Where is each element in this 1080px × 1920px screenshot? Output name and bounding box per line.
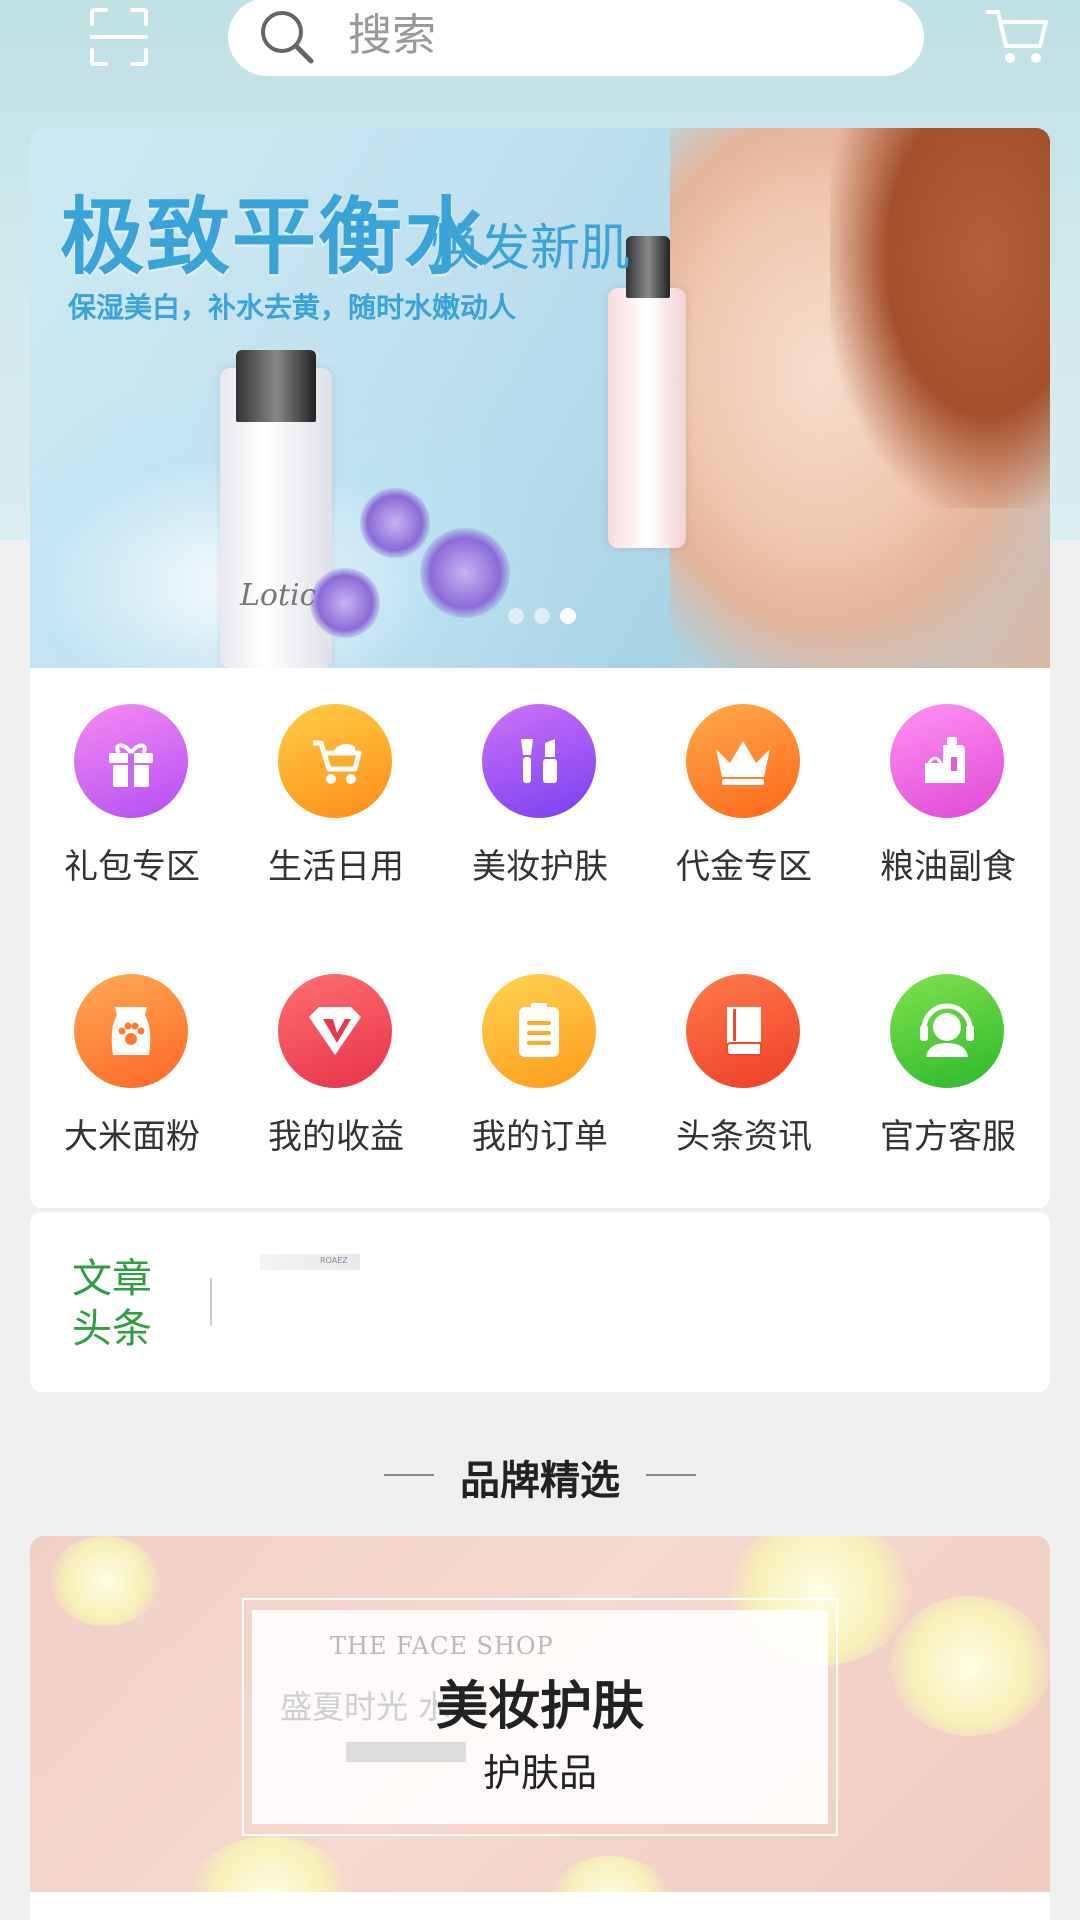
- carousel-dot[interactable]: [534, 608, 550, 624]
- article-label-line2: 头条: [72, 1306, 152, 1352]
- next-card-edge: [30, 1892, 1050, 1920]
- stroller-icon: [278, 704, 392, 818]
- gift-icon: [74, 704, 188, 818]
- headset-icon: [890, 974, 1004, 1088]
- category-label: 代金专区: [676, 847, 812, 887]
- category-item-orders[interactable]: 我的订单: [438, 938, 642, 1158]
- category-label: 官方客服: [880, 1117, 1016, 1157]
- oil-icon: [890, 704, 1004, 818]
- brand-card[interactable]: THE FACE SHOP 盛夏时光 水 美妆护肤 护肤品: [30, 1536, 1050, 1920]
- diamond-icon: [278, 974, 392, 1088]
- search-input[interactable]: 搜索: [228, 0, 924, 76]
- category-item-daily[interactable]: 生活日用: [234, 668, 438, 888]
- clipboard-icon: [482, 974, 596, 1088]
- category-label: 我的订单: [472, 1117, 608, 1157]
- category-label: 生活日用: [268, 847, 404, 887]
- brand-card-title: 美妆护肤: [435, 1677, 644, 1737]
- crown-icon: [686, 704, 800, 818]
- flower-decoration: [890, 1596, 1050, 1736]
- category-item-earnings[interactable]: 我的收益: [234, 938, 438, 1158]
- scan-icon[interactable]: [88, 6, 150, 68]
- article-headlines[interactable]: 文章 头条 ROAEZ: [30, 1212, 1050, 1392]
- flower-decoration: [50, 1536, 160, 1626]
- bottle-cap: [236, 350, 316, 422]
- promo-banner[interactable]: Lotic 极致平衡水 焕发新肌 保湿美白，补水去黄，随时水嫩动人: [30, 128, 1050, 668]
- category-item-voucher[interactable]: 代金专区: [642, 668, 846, 888]
- category-item-grain-oil[interactable]: 粮油副食: [846, 668, 1050, 888]
- category-label: 大米面粉: [64, 1117, 200, 1157]
- banner-subtitle: 保湿美白，补水去黄，随时水嫩动人: [68, 291, 517, 324]
- flower: [360, 488, 430, 558]
- bottle-cap-small: [626, 236, 670, 298]
- search-placeholder: 搜索: [348, 10, 436, 61]
- flower: [420, 528, 510, 618]
- flower: [310, 568, 380, 638]
- cart-icon[interactable]: [986, 6, 1050, 66]
- brand-ghost-logo: THE FACE SHOP: [330, 1632, 554, 1660]
- category-label: 粮油副食: [880, 847, 1016, 887]
- brand-card-subtitle: 护肤品: [482, 1751, 597, 1795]
- article-label-line1: 文章: [72, 1256, 152, 1302]
- category-item-rice-flour[interactable]: 大米面粉: [30, 938, 234, 1158]
- article-thumb-text: ROAEZ: [320, 1256, 348, 1265]
- carousel-dot[interactable]: [508, 608, 524, 624]
- category-grid: 礼包专区 生活日用 美妆护肤 代金专区 粮油副食 大米面粉 我的收益 我的订单 …: [30, 668, 1050, 1208]
- category-label: 头条资讯: [676, 1117, 812, 1157]
- article-label: 文章 头条: [72, 1254, 162, 1354]
- search-icon: [261, 11, 314, 64]
- category-label: 我的收益: [268, 1117, 404, 1157]
- section-title: 品牌精选: [460, 1458, 620, 1504]
- makeup-icon: [482, 704, 596, 818]
- bottle-label: Lotic: [240, 578, 317, 613]
- model-hair: [830, 128, 1050, 508]
- product-bottle-small: [608, 288, 686, 548]
- divider: [210, 1278, 212, 1326]
- category-label: 美妆护肤: [472, 847, 608, 887]
- divider: [646, 1474, 696, 1476]
- top-bar: 搜索: [0, 0, 1080, 100]
- category-item-customer-service[interactable]: 官方客服: [846, 938, 1050, 1158]
- category-item-news[interactable]: 头条资讯: [642, 938, 846, 1158]
- carousel-dots[interactable]: [508, 608, 576, 624]
- book-icon: [686, 974, 800, 1088]
- category-label: 礼包专区: [64, 847, 200, 887]
- category-item-makeup[interactable]: 美妆护肤: [438, 668, 642, 888]
- rice-bag-icon: [74, 974, 188, 1088]
- category-item-gift[interactable]: 礼包专区: [30, 668, 234, 888]
- carousel-dot-active[interactable]: [560, 608, 576, 624]
- banner-title: 极致平衡水: [60, 187, 491, 286]
- banner-title-small: 焕发新肌: [430, 219, 630, 277]
